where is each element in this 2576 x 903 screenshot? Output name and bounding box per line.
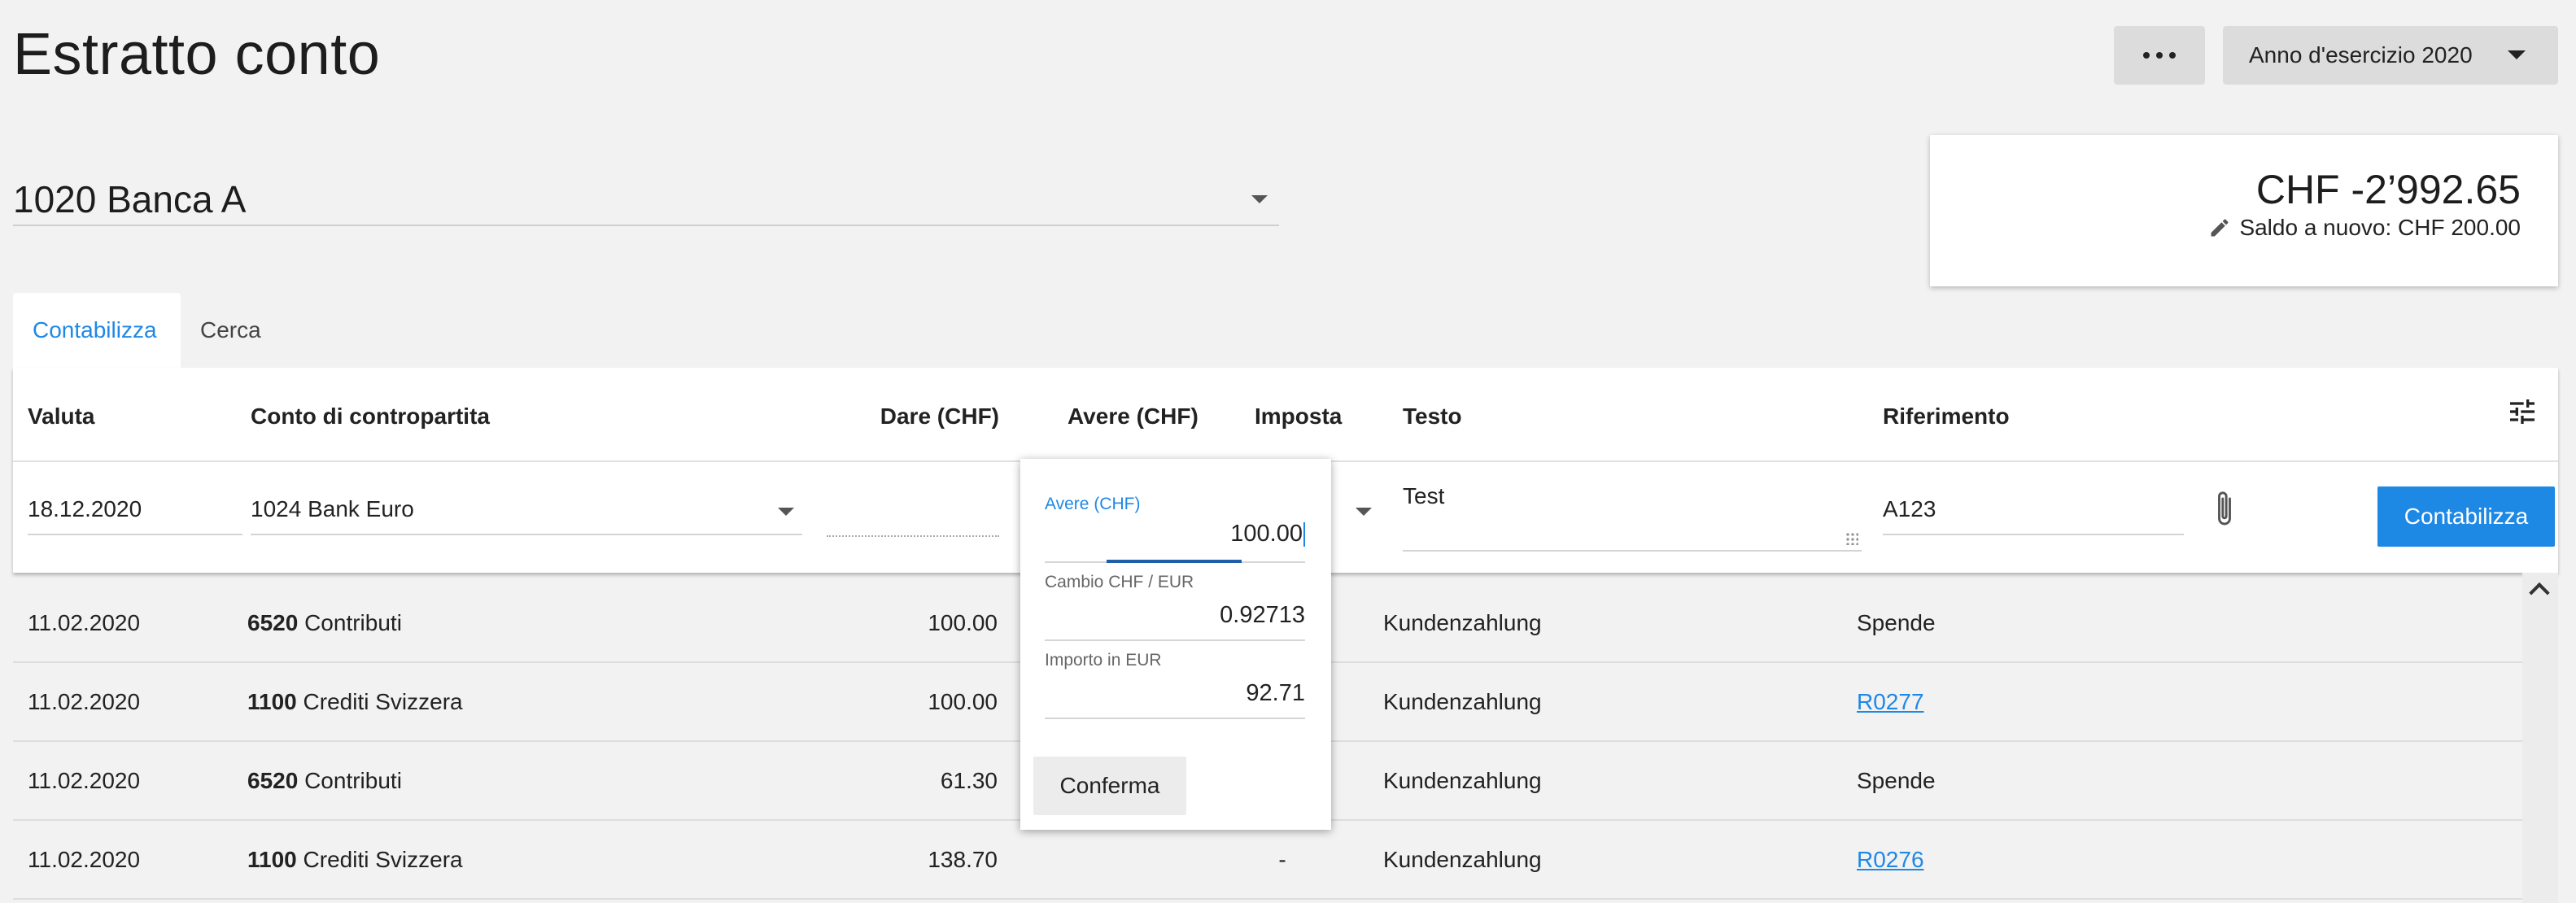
reference-link[interactable]: R0276: [1857, 847, 1924, 872]
pencil-icon[interactable]: [2208, 216, 2231, 239]
balance-amount: CHF -2’992.65: [2255, 167, 2521, 212]
column-header-contra[interactable]: Conto di contropartita: [251, 404, 490, 430]
text-cursor: [1303, 522, 1305, 547]
row-date: 11.02.2020: [28, 610, 141, 635]
reference-link[interactable]: R0277: [1857, 689, 1924, 714]
credit-amount-input[interactable]: 100.00: [1230, 521, 1305, 547]
fiscal-year-label: Anno d'esercizio 2020: [2249, 42, 2473, 68]
input-focus-underline: [1107, 560, 1242, 563]
row-text: Kundenzahlung: [1383, 610, 1542, 635]
column-header-date[interactable]: Valuta: [28, 404, 94, 430]
contra-account-value: 1024 Bank Euro: [251, 496, 414, 521]
text-input[interactable]: Test: [1403, 473, 1862, 552]
row-text: Kundenzahlung: [1383, 847, 1542, 872]
balance-card: CHF -2’992.65 Saldo a nuovo: CHF 200.00: [1930, 135, 2558, 286]
row-date: 11.02.2020: [28, 689, 141, 714]
contra-account-select[interactable]: 1024 Bank Euro: [251, 486, 802, 535]
row-tax: -: [1278, 847, 1286, 872]
row-reference: Spende: [1857, 768, 1936, 793]
divider: [1045, 639, 1305, 641]
tab-cerca[interactable]: Cerca: [181, 293, 278, 368]
fiscal-year-dropdown[interactable]: Anno d'esercizio 2020: [2223, 26, 2558, 85]
column-header-credit[interactable]: Avere (CHF): [1068, 404, 1198, 430]
chevron-up-icon[interactable]: [2529, 582, 2550, 604]
credit-amount-label: Avere (CHF): [1045, 495, 1141, 513]
table-row[interactable]: 11.02.2020 1100 Crediti Svizzera 138.70 …: [13, 821, 2522, 900]
post-button[interactable]: Contabilizza: [2377, 486, 2555, 547]
column-header-tax[interactable]: Imposta: [1255, 404, 1342, 430]
row-reference: R0276: [1857, 847, 1924, 873]
column-header-text[interactable]: Testo: [1403, 404, 1462, 430]
column-settings-icon[interactable]: [2506, 395, 2539, 428]
row-debit: 100.00: [928, 689, 998, 714]
row-text: Kundenzahlung: [1383, 689, 1542, 714]
more-options-button[interactable]: [2114, 26, 2205, 85]
confirm-button[interactable]: Conferma: [1033, 757, 1186, 815]
exchange-rate-label: Cambio CHF / EUR: [1045, 573, 1194, 591]
row-reference: R0277: [1857, 689, 1924, 715]
foreign-amount-input[interactable]: 92.71: [1246, 680, 1305, 707]
column-header-debit[interactable]: Dare (CHF): [827, 404, 999, 430]
row-date: 11.02.2020: [28, 768, 141, 793]
row-account: 1100 Crediti Svizzera: [247, 847, 463, 872]
page-title: Estratto conto: [13, 22, 381, 87]
row-debit: 100.00: [928, 610, 998, 635]
column-header-reference[interactable]: Riferimento: [1883, 404, 2010, 430]
row-debit: 138.70: [928, 847, 998, 872]
attachment-icon[interactable]: [2210, 488, 2239, 530]
date-input-value: 18.12.2020: [28, 496, 142, 521]
date-input[interactable]: 18.12.2020: [28, 486, 242, 535]
row-date: 11.02.2020: [28, 847, 141, 872]
row-text: Kundenzahlung: [1383, 768, 1542, 793]
row-account: 1100 Crediti Svizzera: [247, 689, 463, 714]
chevron-down-icon: [2508, 50, 2526, 59]
opening-balance-label: Saldo a nuovo: CHF 200.00: [2239, 215, 2521, 240]
row-reference: Spende: [1857, 610, 1936, 635]
chevron-down-icon: [1251, 195, 1268, 203]
exchange-rate-input[interactable]: 0.92713: [1220, 602, 1305, 629]
row-debit: 61.30: [940, 768, 998, 793]
more-dots-icon: [2143, 52, 2150, 59]
foreign-amount-label: Importo in EUR: [1045, 651, 1162, 670]
debit-input[interactable]: [827, 535, 999, 537]
tax-select-chevron-icon[interactable]: [1356, 508, 1372, 516]
chevron-down-icon: [778, 508, 794, 516]
tab-contabilizza[interactable]: Contabilizza: [13, 293, 181, 368]
divider: [1045, 718, 1305, 719]
opening-balance[interactable]: Saldo a nuovo: CHF 200.00: [2208, 215, 2521, 241]
text-input-value: Test: [1403, 483, 1445, 508]
reference-input[interactable]: A123: [1883, 486, 2184, 535]
account-select[interactable]: 1020 Banca A: [13, 163, 1279, 226]
account-select-value: 1020 Banca A: [13, 178, 247, 220]
currency-conversion-popover: Avere (CHF) 100.00 Cambio CHF / EUR 0.92…: [1020, 459, 1331, 830]
reference-input-value: A123: [1883, 496, 1936, 521]
row-account: 6520 Contributi: [247, 610, 402, 635]
scrollbar[interactable]: [2522, 573, 2558, 903]
row-account: 6520 Contributi: [247, 768, 402, 793]
resize-handle-icon[interactable]: [1845, 532, 1858, 545]
